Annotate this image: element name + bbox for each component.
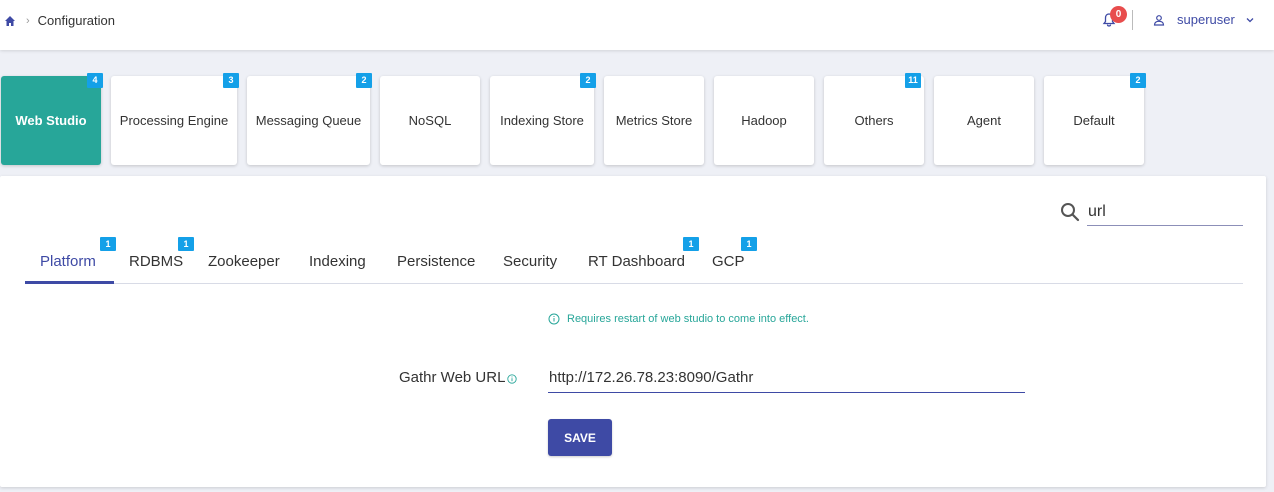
notification-badge: 0 — [1110, 6, 1127, 23]
category-badge: 11 — [905, 73, 921, 88]
category-card-others[interactable]: Others — [824, 76, 924, 165]
category-card-processing-engine[interactable]: Processing Engine — [111, 76, 237, 165]
top-bar: › Configuration 0 superuser — [0, 0, 1274, 50]
chevron-right-icon: › — [26, 14, 30, 27]
search-input[interactable] — [1087, 198, 1243, 226]
category-card-metrics-store[interactable]: Metrics Store — [604, 76, 704, 165]
category-card-nosql[interactable]: NoSQL — [380, 76, 480, 165]
username: superuser — [1177, 12, 1235, 27]
category-badge: 2 — [356, 73, 372, 88]
category-label: Metrics Store — [615, 113, 693, 128]
tab-gcp[interactable]: GCP — [712, 253, 745, 270]
notice-text: Requires restart of web studio to come i… — [567, 313, 809, 325]
tab-badge: 1 — [683, 237, 699, 251]
tab-security[interactable]: Security — [503, 253, 557, 270]
category-label: Others — [854, 113, 894, 128]
category-badge: 2 — [580, 73, 596, 88]
divider — [1132, 10, 1133, 30]
user-icon — [1153, 14, 1165, 26]
tab-indexing[interactable]: Indexing — [309, 253, 366, 270]
info-icon[interactable] — [507, 374, 517, 384]
web-url-input[interactable] — [548, 362, 1025, 393]
category-label: Hadoop — [741, 113, 787, 128]
category-card-indexing-store[interactable]: Indexing Store — [490, 76, 594, 165]
tab-rdbms[interactable]: RDBMS — [129, 253, 183, 270]
user-menu[interactable]: superuser — [1153, 12, 1255, 27]
category-card-agent[interactable]: Agent — [934, 76, 1034, 165]
category-badge: 3 — [223, 73, 239, 88]
tab-platform[interactable]: Platform — [40, 253, 96, 270]
tab-badge: 1 — [100, 237, 116, 251]
tab-badge: 1 — [178, 237, 194, 251]
search-icon[interactable] — [1060, 202, 1080, 222]
tab-badge: 1 — [741, 237, 757, 251]
field-label: Gathr Web URL — [399, 369, 506, 386]
category-label: Agent — [967, 113, 1001, 128]
restart-notice: Requires restart of web studio to come i… — [548, 313, 809, 325]
category-badge: 2 — [1130, 73, 1146, 88]
info-icon — [548, 313, 560, 325]
config-panel — [0, 176, 1266, 487]
tab-zookeeper[interactable]: Zookeeper — [208, 253, 280, 270]
save-button[interactable]: SAVE — [548, 419, 612, 456]
category-card-web-studio[interactable]: Web Studio — [1, 76, 101, 165]
category-label: NoSQL — [408, 113, 452, 128]
category-label: Indexing Store — [500, 113, 584, 128]
tab-rt-dashboard[interactable]: RT Dashboard — [588, 253, 685, 270]
chevron-down-icon — [1246, 17, 1254, 22]
breadcrumb-current: Configuration — [37, 13, 115, 28]
category-card-messaging-queue[interactable]: Messaging Queue — [247, 76, 370, 165]
category-label: Messaging Queue — [255, 113, 362, 128]
tabs-divider — [25, 283, 1243, 284]
category-label: Default — [1073, 113, 1115, 128]
category-badge: 4 — [87, 73, 103, 88]
category-card-hadoop[interactable]: Hadoop — [714, 76, 814, 165]
category-card-default[interactable]: Default — [1044, 76, 1144, 165]
tab-persistence[interactable]: Persistence — [397, 253, 475, 270]
breadcrumb: › Configuration — [4, 13, 115, 28]
home-icon[interactable] — [4, 15, 16, 27]
category-label: Web Studio — [15, 113, 87, 128]
category-label: Processing Engine — [119, 113, 229, 128]
active-tab-indicator — [25, 281, 114, 284]
